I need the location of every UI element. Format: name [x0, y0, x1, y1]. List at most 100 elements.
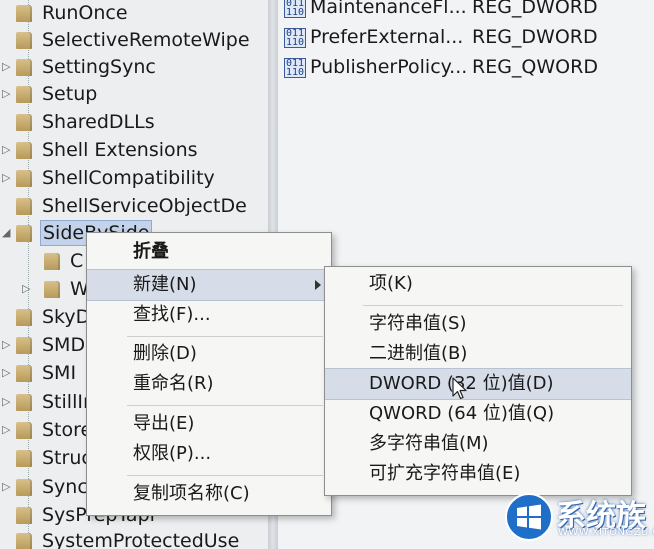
site-watermark: 系统族 WWW.XITONGZU.COM [502, 487, 654, 547]
tree-item-label: ShellCompatibility [42, 167, 215, 189]
tree-item-runonce[interactable]: RunOnce [0, 0, 268, 26]
folder-icon [16, 479, 32, 496]
menu-item-label: 复制项名称(C) [133, 483, 250, 504]
tree-item-selectiveremotewipe[interactable]: SelectiveRemoteWipe [0, 27, 268, 53]
submenu-item-dword-value[interactable]: DWORD (32 位)值(D) [325, 368, 631, 400]
submenu-item-expandable-string-value[interactable]: 可扩充字符串值(E) [325, 459, 631, 489]
tree-item-label: SMI [42, 362, 77, 384]
tree-item-label: Shell Extensions [42, 139, 198, 161]
registry-binary-icon: 011 110 [284, 0, 306, 18]
tree-item-label: StillIı [42, 391, 89, 413]
folder-icon [16, 533, 32, 549]
tree-item-label: SystemProtectedUse [42, 530, 240, 549]
menu-item-label: 折叠 [133, 241, 169, 262]
tree-expander-icon[interactable]: ▷ [2, 137, 10, 163]
tree-item-label: RunOnce [42, 2, 128, 24]
menu-item-new[interactable]: 新建(N) [87, 269, 331, 301]
new-submenu[interactable]: 项(K) 字符串值(S) 二进制值(B) DWORD (32 位)值(D) QW… [324, 266, 632, 496]
menu-separator [127, 475, 323, 476]
menu-item-label: 字符串值(S) [369, 313, 467, 334]
submenu-item-qword-value[interactable]: QWORD (64 位)值(Q) [325, 399, 631, 429]
tree-item-shellserviceobjectde[interactable]: ShellServiceObjectDe [0, 193, 268, 219]
menu-item-label: 新建(N) [133, 274, 197, 295]
folder-icon [16, 309, 32, 326]
value-name: PublisherPolicy... [310, 56, 468, 78]
menu-item-label: QWORD (64 位)值(Q) [369, 403, 555, 424]
folder-icon [16, 32, 32, 49]
folder-icon [16, 86, 32, 103]
folder-icon [16, 337, 32, 354]
menu-item-label: 二进制值(B) [369, 343, 468, 364]
submenu-item-multi-string-value[interactable]: 多字符串值(M) [325, 429, 631, 459]
mouse-cursor-icon [452, 377, 467, 400]
tree-expander-icon[interactable]: ▷ [2, 165, 10, 191]
folder-icon [16, 225, 32, 242]
value-name: MaintenanceFl... [310, 0, 467, 18]
menu-item-label: 项(K) [369, 273, 413, 294]
tree-expander-icon[interactable]: ▷ [2, 332, 10, 358]
tree-expander-icon[interactable]: ▷ [2, 360, 10, 386]
tree-expander-icon[interactable]: ▷ [2, 81, 10, 107]
tree-item-settingsync[interactable]: ▷ SettingSync [0, 54, 268, 80]
menu-item-label: 导出(E) [133, 413, 195, 434]
menu-separator [127, 405, 323, 406]
menu-item-label: 权限(P)... [133, 443, 212, 464]
registry-binary-icon: 011 110 [284, 58, 306, 78]
menu-separator [127, 336, 323, 337]
menu-item-label: 可扩充字符串值(E) [369, 463, 521, 484]
tree-item-shellcompatibility[interactable]: ▷ ShellCompatibility [0, 165, 268, 191]
tree-item-label: ShellServiceObjectDe [42, 195, 247, 217]
folder-icon [16, 114, 32, 131]
folder-icon [16, 142, 32, 159]
submenu-item-string-value[interactable]: 字符串值(S) [325, 309, 631, 339]
tree-item-setup[interactable]: ▷ Setup [0, 81, 268, 107]
folder-icon [16, 198, 32, 215]
tree-item-label: C [70, 250, 84, 272]
menu-item-rename[interactable]: 重命名(R) [87, 369, 331, 399]
folder-icon [44, 281, 60, 298]
tree-expander-icon[interactable]: ▷ [2, 54, 10, 80]
menu-item-find[interactable]: 查找(F)... [87, 300, 331, 330]
tree-item-label: Struc [42, 447, 92, 469]
submenu-arrow-icon [315, 280, 321, 290]
folder-icon [44, 253, 60, 270]
windows-logo-icon [505, 493, 553, 541]
submenu-item-binary-value[interactable]: 二进制值(B) [325, 339, 631, 369]
menu-item-copy-key-name[interactable]: 复制项名称(C) [87, 479, 331, 509]
menu-item-export[interactable]: 导出(E) [87, 409, 331, 439]
tree-expander-icon[interactable]: ▷ [2, 417, 10, 443]
watermark-url: WWW.XITONGZU.COM [558, 527, 654, 538]
folder-icon [16, 450, 32, 467]
tree-expander-icon[interactable]: ▷ [2, 474, 10, 500]
folder-icon [16, 5, 32, 22]
menu-item-collapse[interactable]: 折叠 [87, 237, 331, 267]
folder-icon [16, 59, 32, 76]
menu-item-delete[interactable]: 删除(D) [87, 339, 331, 369]
menu-item-label: 重命名(R) [133, 373, 214, 394]
menu-item-label: 多字符串值(M) [369, 433, 489, 454]
menu-item-permissions[interactable]: 权限(P)... [87, 439, 331, 469]
value-type: REG_DWORD [472, 26, 598, 48]
tree-item-label: SelectiveRemoteWipe [42, 29, 250, 51]
folder-icon [16, 394, 32, 411]
folder-icon [16, 422, 32, 439]
tree-item-shareddlls[interactable]: SharedDLLs [0, 109, 268, 135]
menu-separator [363, 305, 623, 306]
menu-item-label: 查找(F)... [133, 304, 211, 325]
tree-expander-icon[interactable]: ▷ [22, 276, 30, 302]
tree-item-label: SkyD [42, 306, 91, 328]
tree-item-systemprotecteduser[interactable]: SystemProtectedUse [0, 528, 268, 549]
tree-item-label: Sync [42, 476, 88, 498]
tree-expander-icon[interactable]: ◢ [2, 220, 10, 246]
folder-icon [16, 170, 32, 187]
submenu-item-key[interactable]: 项(K) [325, 269, 631, 299]
context-menu[interactable]: 折叠 新建(N) 查找(F)... 删除(D) 重命名(R) 导出(E) 权限(… [86, 232, 332, 516]
tree-item-shell-extensions[interactable]: ▷ Shell Extensions [0, 137, 268, 163]
folder-icon [16, 365, 32, 382]
tree-item-label: SharedDLLs [42, 111, 155, 133]
value-type: REG_DWORD [472, 0, 598, 18]
tree-expander-icon[interactable]: ▷ [2, 389, 10, 415]
menu-item-label: 删除(D) [133, 343, 197, 364]
tree-item-label: Store [42, 419, 93, 441]
folder-icon [16, 507, 32, 524]
